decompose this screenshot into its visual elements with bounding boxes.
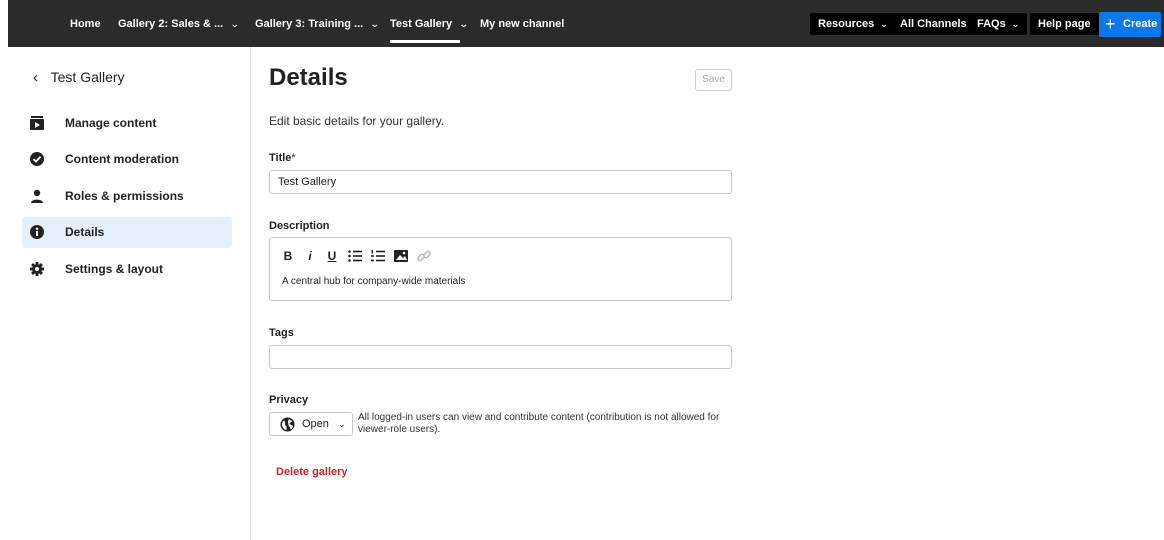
- page-title: Details: [269, 64, 348, 91]
- nav-my-new-channel[interactable]: My new channel: [480, 0, 564, 47]
- nav-gallery-3-label: Gallery 3: Training ...: [255, 18, 364, 30]
- sidebar: ‹ Test Gallery Manage content Content mo…: [0, 47, 251, 540]
- chevron-down-icon: ⌄: [459, 19, 469, 29]
- sidebar-item-settings-layout[interactable]: Settings & layout: [22, 254, 232, 285]
- privacy-dropdown[interactable]: Open ⌄: [269, 412, 353, 436]
- topbar-left-edge: [0, 0, 8, 47]
- create-button[interactable]: + Create: [1099, 12, 1161, 37]
- privacy-selected-value: Open: [302, 418, 329, 430]
- back-to-gallery-link[interactable]: ‹ Test Gallery: [33, 69, 125, 86]
- delete-gallery-button[interactable]: Delete gallery: [276, 466, 348, 478]
- tags-input[interactable]: [269, 345, 732, 369]
- numbered-list-icon[interactable]: [370, 248, 386, 264]
- sidebar-item-label: Manage content: [65, 116, 157, 130]
- check-circle-icon: [30, 152, 44, 166]
- title-input[interactable]: Test Gallery: [269, 170, 732, 194]
- bold-button[interactable]: B: [280, 248, 296, 264]
- nav-my-new-channel-label: My new channel: [480, 18, 565, 30]
- all-channels-label: All Channels: [900, 18, 967, 30]
- chevron-down-icon: ⌄: [370, 19, 380, 29]
- sidebar-item-label: Roles & permissions: [65, 189, 184, 203]
- nav-gallery-2[interactable]: Gallery 2: Sales & ... ⌄: [118, 0, 240, 47]
- nav-gallery-3[interactable]: Gallery 3: Training ... ⌄: [255, 0, 380, 47]
- help-page-button[interactable]: Help page: [1030, 13, 1099, 35]
- bullet-list-icon[interactable]: [347, 248, 363, 264]
- title-label-text: Title: [269, 152, 292, 164]
- resources-label: Resources: [818, 18, 875, 30]
- chevron-left-icon: ‹: [33, 69, 38, 86]
- create-label: Create: [1123, 18, 1158, 30]
- active-tab-underline: [390, 40, 460, 43]
- sidebar-item-manage-content[interactable]: Manage content: [22, 108, 232, 139]
- nav-home-label: Home: [70, 18, 101, 30]
- help-page-label: Help page: [1038, 18, 1091, 30]
- required-mark: *: [291, 152, 296, 164]
- resources-menu-button[interactable]: Resources ⌄: [810, 13, 896, 35]
- sidebar-item-label: Details: [65, 225, 105, 239]
- image-icon[interactable]: [393, 248, 409, 264]
- plus-icon: +: [1105, 14, 1116, 34]
- faqs-menu-button[interactable]: FAQs ⌄: [969, 13, 1028, 35]
- all-channels-button[interactable]: All Channels: [892, 13, 975, 35]
- faqs-label: FAQs: [977, 18, 1006, 30]
- link-icon[interactable]: [416, 248, 432, 264]
- sidebar-item-label: Settings & layout: [65, 262, 164, 276]
- tags-label: Tags: [269, 327, 294, 339]
- globe-icon: [280, 417, 295, 432]
- chevron-down-icon: ⌄: [1011, 19, 1020, 29]
- description-editor[interactable]: B i U A central hub for company-wide mat…: [269, 237, 732, 301]
- chevron-down-icon: ⌄: [230, 19, 240, 29]
- nav-home[interactable]: Home: [70, 0, 101, 47]
- sidebar-item-roles-permissions[interactable]: Roles & permissions: [22, 181, 232, 212]
- sidebar-item-content-moderation[interactable]: Content moderation: [22, 144, 232, 175]
- underline-button[interactable]: U: [324, 248, 340, 264]
- person-icon: [31, 189, 43, 203]
- privacy-label: Privacy: [269, 394, 309, 406]
- chevron-down-icon: ⌄: [338, 419, 346, 429]
- nav-test-gallery-label: Test Gallery: [390, 18, 453, 30]
- play-box-icon: [30, 116, 44, 130]
- info-circle-icon: [30, 225, 44, 239]
- back-label: Test Gallery: [50, 69, 125, 85]
- save-button[interactable]: Save: [695, 69, 732, 91]
- page-subtitle: Edit basic details for your gallery.: [269, 114, 445, 128]
- title-field-label: Title*: [269, 152, 296, 164]
- gear-icon: [30, 262, 44, 276]
- nav-gallery-2-label: Gallery 2: Sales & ...: [118, 18, 224, 30]
- italic-button[interactable]: i: [302, 248, 318, 264]
- description-text: A central hub for company-wide materials: [282, 276, 466, 287]
- privacy-description: All logged-in users can view and contrib…: [358, 412, 720, 435]
- top-navigation-bar: Home Gallery 2: Sales & ... ⌄ Gallery 3: …: [0, 0, 1164, 47]
- chevron-down-icon: ⌄: [880, 19, 888, 29]
- sidebar-item-label: Content moderation: [65, 152, 179, 166]
- sidebar-item-details[interactable]: Details: [22, 217, 232, 248]
- description-label: Description: [269, 220, 330, 232]
